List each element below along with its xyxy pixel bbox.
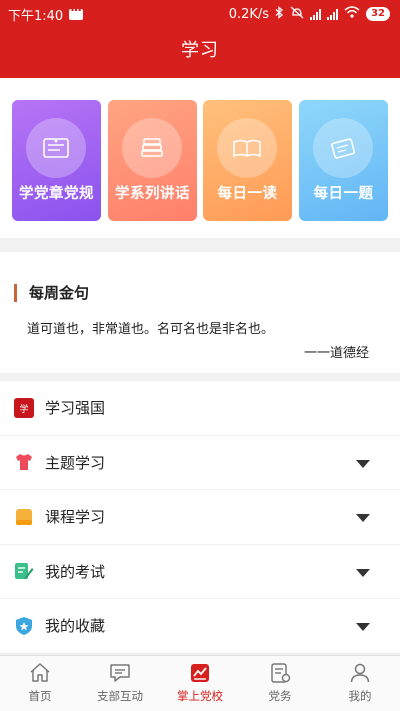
tab-label: 掌上党校 [177, 689, 223, 703]
menu-item-course-study[interactable]: 课程学习 [0, 490, 400, 545]
tab-party-school[interactable]: 掌上党校 [160, 656, 240, 711]
menu-label: 我的收藏 [45, 617, 106, 636]
course-icon [14, 507, 34, 527]
chevron-down-icon[interactable] [356, 568, 370, 577]
signal-icon [310, 8, 322, 20]
signal-icon-2 [327, 8, 339, 20]
party-affairs-icon [271, 663, 291, 683]
menu-label: 我的考试 [45, 562, 106, 581]
tab-label: 我的 [348, 689, 372, 703]
menu-item-theme-study[interactable]: 主题学习 [0, 436, 400, 490]
xuexi-qiangguo-icon: 学 [14, 397, 34, 418]
section-title: 每周金句 [14, 284, 89, 302]
tab-party-affairs[interactable]: 党务 [240, 656, 320, 711]
menu-label: 课程学习 [45, 508, 106, 527]
status-time: 下午1:40 [8, 8, 64, 24]
card-party-rules[interactable]: 学党章党规 [12, 100, 101, 221]
card-label: 学系列讲话 [115, 186, 190, 202]
menu-item-xuexi-qiangguo[interactable]: 学 学习强国 [0, 381, 400, 436]
chevron-down-icon[interactable] [356, 459, 370, 468]
chevron-down-icon[interactable] [356, 514, 370, 522]
menu-label: 主题学习 [45, 453, 106, 472]
mute-icon [290, 6, 304, 23]
network-speed: 0.2K/s [228, 6, 270, 22]
chat-icon [110, 664, 130, 682]
card-label: 每日一题 [313, 186, 374, 202]
svg-text:学: 学 [19, 403, 28, 415]
tab-label: 支部互动 [97, 689, 143, 703]
menu-item-my-exams[interactable]: 我的考试 [0, 545, 400, 599]
quiz-tablet-icon [313, 118, 373, 178]
tab-home[interactable]: 首页 [0, 656, 80, 711]
card-daily-read[interactable]: 每日一读 [203, 100, 292, 221]
tab-label: 党务 [268, 689, 292, 703]
bottom-tab-bar: 首页 支部互动 掌上党校 党务 我的 [0, 655, 400, 711]
open-book-icon [217, 118, 277, 178]
profile-icon [350, 663, 370, 683]
battery-indicator: 32 [366, 7, 390, 21]
tab-label: 首页 [28, 689, 52, 703]
message-notification-icon [69, 3, 84, 20]
card-label: 每日一读 [217, 186, 278, 202]
card-speeches[interactable]: 学系列讲话 [108, 100, 197, 221]
school-chart-icon [191, 664, 209, 682]
tab-profile[interactable]: 我的 [320, 656, 400, 711]
menu-label: 学习强国 [45, 399, 106, 418]
shirt-icon [14, 452, 34, 472]
card-label: 学党章党规 [19, 186, 94, 202]
page-title: 学习 [181, 40, 219, 61]
home-icon [30, 663, 50, 682]
party-constitution-book-icon [26, 118, 86, 178]
status-bar: 下午1:40 0.2K/s 32 [0, 0, 400, 28]
study-menu-list: 学 学习强国 主题学习 课程学习 我的考试 我的收藏 [0, 381, 400, 654]
app-header: 下午1:40 0.2K/s 32 学习 [0, 0, 400, 78]
chevron-down-icon[interactable] [356, 623, 370, 631]
menu-item-my-favorites[interactable]: 我的收藏 [0, 599, 400, 654]
quote-text: 道可道也，非常道也。名可名也是非名也。 [27, 322, 275, 337]
exam-edit-icon [14, 561, 34, 581]
feature-cards: 学党章党规 学系列讲话 每日一读 每日一题 [0, 78, 400, 238]
bluetooth-icon [275, 5, 284, 23]
wifi-icon [344, 6, 360, 22]
card-daily-question[interactable]: 每日一题 [299, 100, 388, 221]
quote-source: 一一道德经 [303, 346, 369, 361]
book-stack-icon [122, 118, 182, 178]
weekly-quote-section: 每周金句 道可道也，非常道也。名可名也是非名也。 一一道德经 [0, 252, 400, 373]
favorite-shield-icon [14, 616, 34, 636]
tab-branch-interaction[interactable]: 支部互动 [80, 656, 160, 711]
